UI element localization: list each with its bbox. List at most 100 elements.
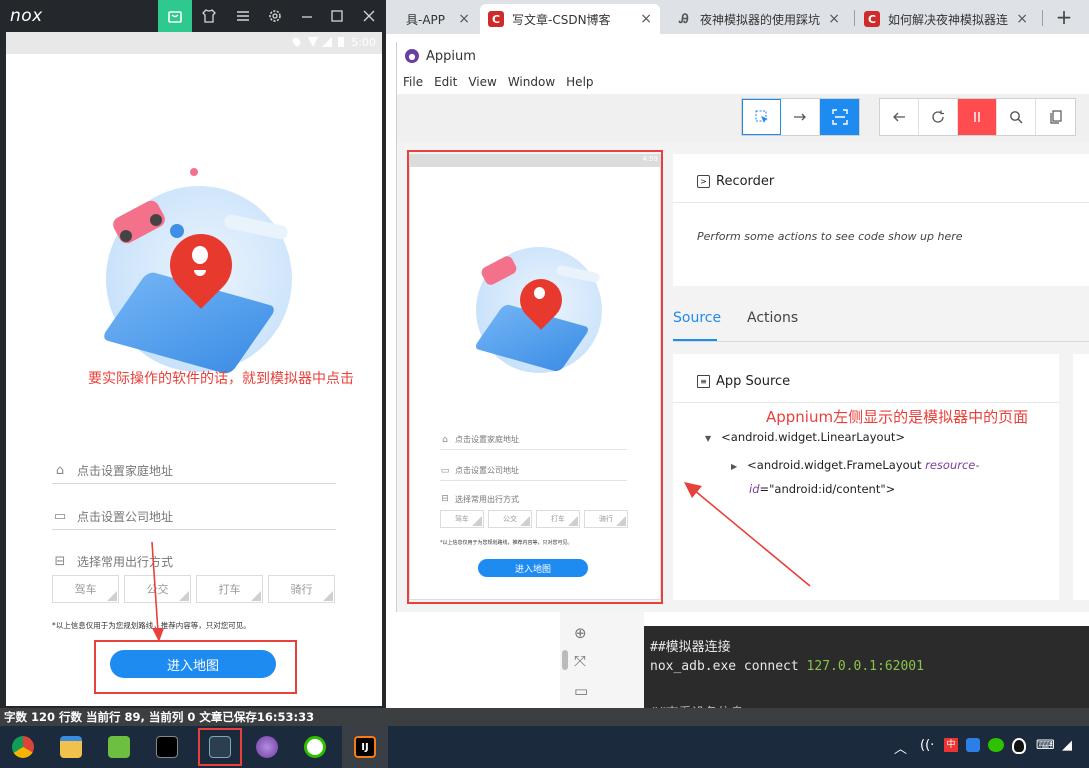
new-tab-button[interactable]: + — [1052, 4, 1076, 30]
travel-mode-options: 驾车 公交 打车 骑行 — [52, 575, 340, 603]
tab-close-icon[interactable]: × — [828, 11, 840, 27]
maximize-icon — [331, 10, 343, 22]
monitor-icon[interactable]: ▭ — [574, 682, 588, 700]
windows-taskbar: IJ ︿ ((· 中 ⌨ ◢ — [0, 726, 1089, 768]
select-elements-button[interactable] — [742, 99, 781, 135]
nox-menu-button[interactable] — [226, 0, 260, 32]
nox-maximize-button[interactable] — [320, 0, 354, 32]
nox-icon — [209, 736, 231, 758]
tab-source-underline — [673, 339, 717, 341]
taskbar-intellij[interactable]: IJ — [342, 726, 388, 768]
qq-icon[interactable] — [1012, 738, 1026, 754]
browser-tab-active[interactable]: C 写文章-CSDN博客 × — [480, 4, 660, 34]
splitter-handle[interactable] — [562, 650, 568, 670]
panel-divider — [673, 402, 1059, 403]
taskbar-chrome[interactable] — [4, 730, 42, 764]
app-icon[interactable] — [966, 738, 980, 752]
browser-tab[interactable]: 具-APP × — [398, 4, 478, 34]
taskbar-notepad[interactable] — [100, 730, 138, 764]
car-wheel — [120, 230, 132, 242]
location-icon — [290, 35, 303, 48]
mode-bike[interactable]: 骑行 — [268, 575, 335, 603]
recorder-header: > Recorder — [697, 174, 774, 189]
appium-toolbar — [397, 94, 1089, 142]
tab-label: 如何解决夜神模拟器连 — [888, 12, 1009, 27]
location-dot — [190, 168, 198, 176]
nox-title-bar: nox — [0, 0, 386, 32]
travel-mode-row: ⊟ 选择常用出行方式 — [52, 548, 336, 574]
appium-title-bar: ● Appium — [397, 42, 1089, 70]
caret-down-icon[interactable]: ▼ — [705, 434, 711, 443]
crosshair-icon[interactable]: ⊕ — [574, 624, 587, 642]
xml-node-framelayout[interactable]: ▶ <android.widget.FrameLayout resource- — [731, 458, 980, 472]
wechat-icon[interactable] — [988, 738, 1004, 752]
swipe-button[interactable] — [781, 99, 820, 135]
move-icon[interactable]: ⤧ — [574, 652, 586, 670]
menu-file[interactable]: File — [403, 75, 423, 89]
nox-skin-button[interactable] — [192, 0, 226, 32]
tab-actions[interactable]: Actions — [747, 310, 798, 326]
taskbar-explorer[interactable] — [52, 730, 90, 764]
appium-title: Appium — [426, 48, 476, 64]
recorder-hint: Perform some actions to see code show up… — [697, 230, 963, 243]
menu-help[interactable]: Help — [566, 75, 593, 89]
taskbar-appium[interactable] — [248, 730, 286, 764]
editor-status-bar: 字数 120 行数 当前行 89, 当前列 0 文章已保存16:53:33 — [0, 708, 1089, 726]
tap-by-coordinates-button[interactable] — [820, 99, 859, 135]
chrome-icon — [12, 736, 34, 758]
csdn-icon: C — [864, 11, 880, 27]
markdown-editor[interactable]: ##模拟器连接 nox_adb.exe connect 127.0.0.1:62… — [644, 626, 1089, 721]
mode-drive[interactable]: 驾车 — [52, 575, 119, 603]
bank-icon — [170, 224, 184, 238]
xml-node-linearlayout[interactable]: ▼ <android.widget.LinearLayout> — [705, 430, 905, 444]
refresh-button[interactable] — [919, 99, 958, 135]
browser-tab[interactable]: Ꭿ 夜神模拟器的使用踩坑 × — [668, 4, 848, 34]
taskbar-wechat[interactable] — [296, 730, 334, 764]
nox-minimize-button[interactable] — [290, 0, 324, 32]
pause-recording-button[interactable] — [958, 99, 997, 135]
toolbar-mode-group — [741, 98, 860, 136]
tab-divider — [854, 10, 855, 26]
wifi-icon — [308, 37, 318, 47]
company-address-row[interactable]: ▭ 点击设置公司地址 — [52, 504, 336, 530]
pause-icon — [974, 112, 980, 122]
taskbar-nox[interactable] — [198, 728, 242, 766]
menu-edit[interactable]: Edit — [434, 75, 457, 89]
search-button[interactable] — [997, 99, 1036, 135]
home-address-row[interactable]: ⌂ 点击设置家庭地址 — [52, 458, 336, 484]
network-icon[interactable]: ((· — [920, 738, 934, 753]
nox-app-center-button[interactable] — [158, 0, 192, 32]
tab-close-icon[interactable]: × — [1016, 11, 1028, 27]
shirt-icon — [202, 9, 216, 23]
recorder-title: Recorder — [716, 174, 775, 189]
menu-view[interactable]: View — [468, 75, 496, 89]
terminal-icon: > — [697, 175, 710, 188]
back-button[interactable] — [880, 99, 919, 135]
annotation-arrow-down — [151, 541, 164, 642]
toolbar-action-group — [879, 98, 1076, 136]
caret-right-icon[interactable]: ▶ — [731, 462, 737, 471]
wifi-icon[interactable]: ◢ — [1062, 738, 1072, 753]
trace-icon: Ꭿ — [679, 11, 689, 27]
menu-window[interactable]: Window — [508, 75, 555, 89]
scan-icon — [831, 109, 848, 125]
signal-icon — [322, 37, 332, 47]
keyboard-icon[interactable]: ⌨ — [1036, 738, 1055, 753]
tab-source[interactable]: Source — [673, 310, 721, 326]
browser-tab[interactable]: C 如何解决夜神模拟器连 × — [856, 4, 1036, 34]
chevron-up-icon[interactable]: ︿ — [894, 738, 907, 757]
taskbar-terminal[interactable] — [148, 730, 186, 764]
refresh-icon — [932, 110, 944, 123]
tab-close-icon[interactable]: × — [640, 11, 652, 27]
phone-status-time: 5:00 — [351, 36, 376, 49]
tab-close-icon[interactable]: × — [458, 11, 470, 27]
word-count-status: 字数 120 行数 当前行 89, 当前列 0 文章已保存16:53:33 — [4, 710, 315, 724]
nox-side-strip — [382, 32, 386, 706]
copy-xml-button[interactable] — [1036, 99, 1075, 135]
wechat-icon — [304, 736, 326, 758]
nox-settings-button[interactable] — [258, 0, 292, 32]
nox-close-button[interactable] — [352, 0, 386, 32]
mode-taxi[interactable]: 打车 — [196, 575, 263, 603]
ime-icon[interactable]: 中 — [944, 738, 958, 752]
annotation-appium: Appnium左侧显示的是模拟器中的页面 — [766, 408, 1029, 426]
